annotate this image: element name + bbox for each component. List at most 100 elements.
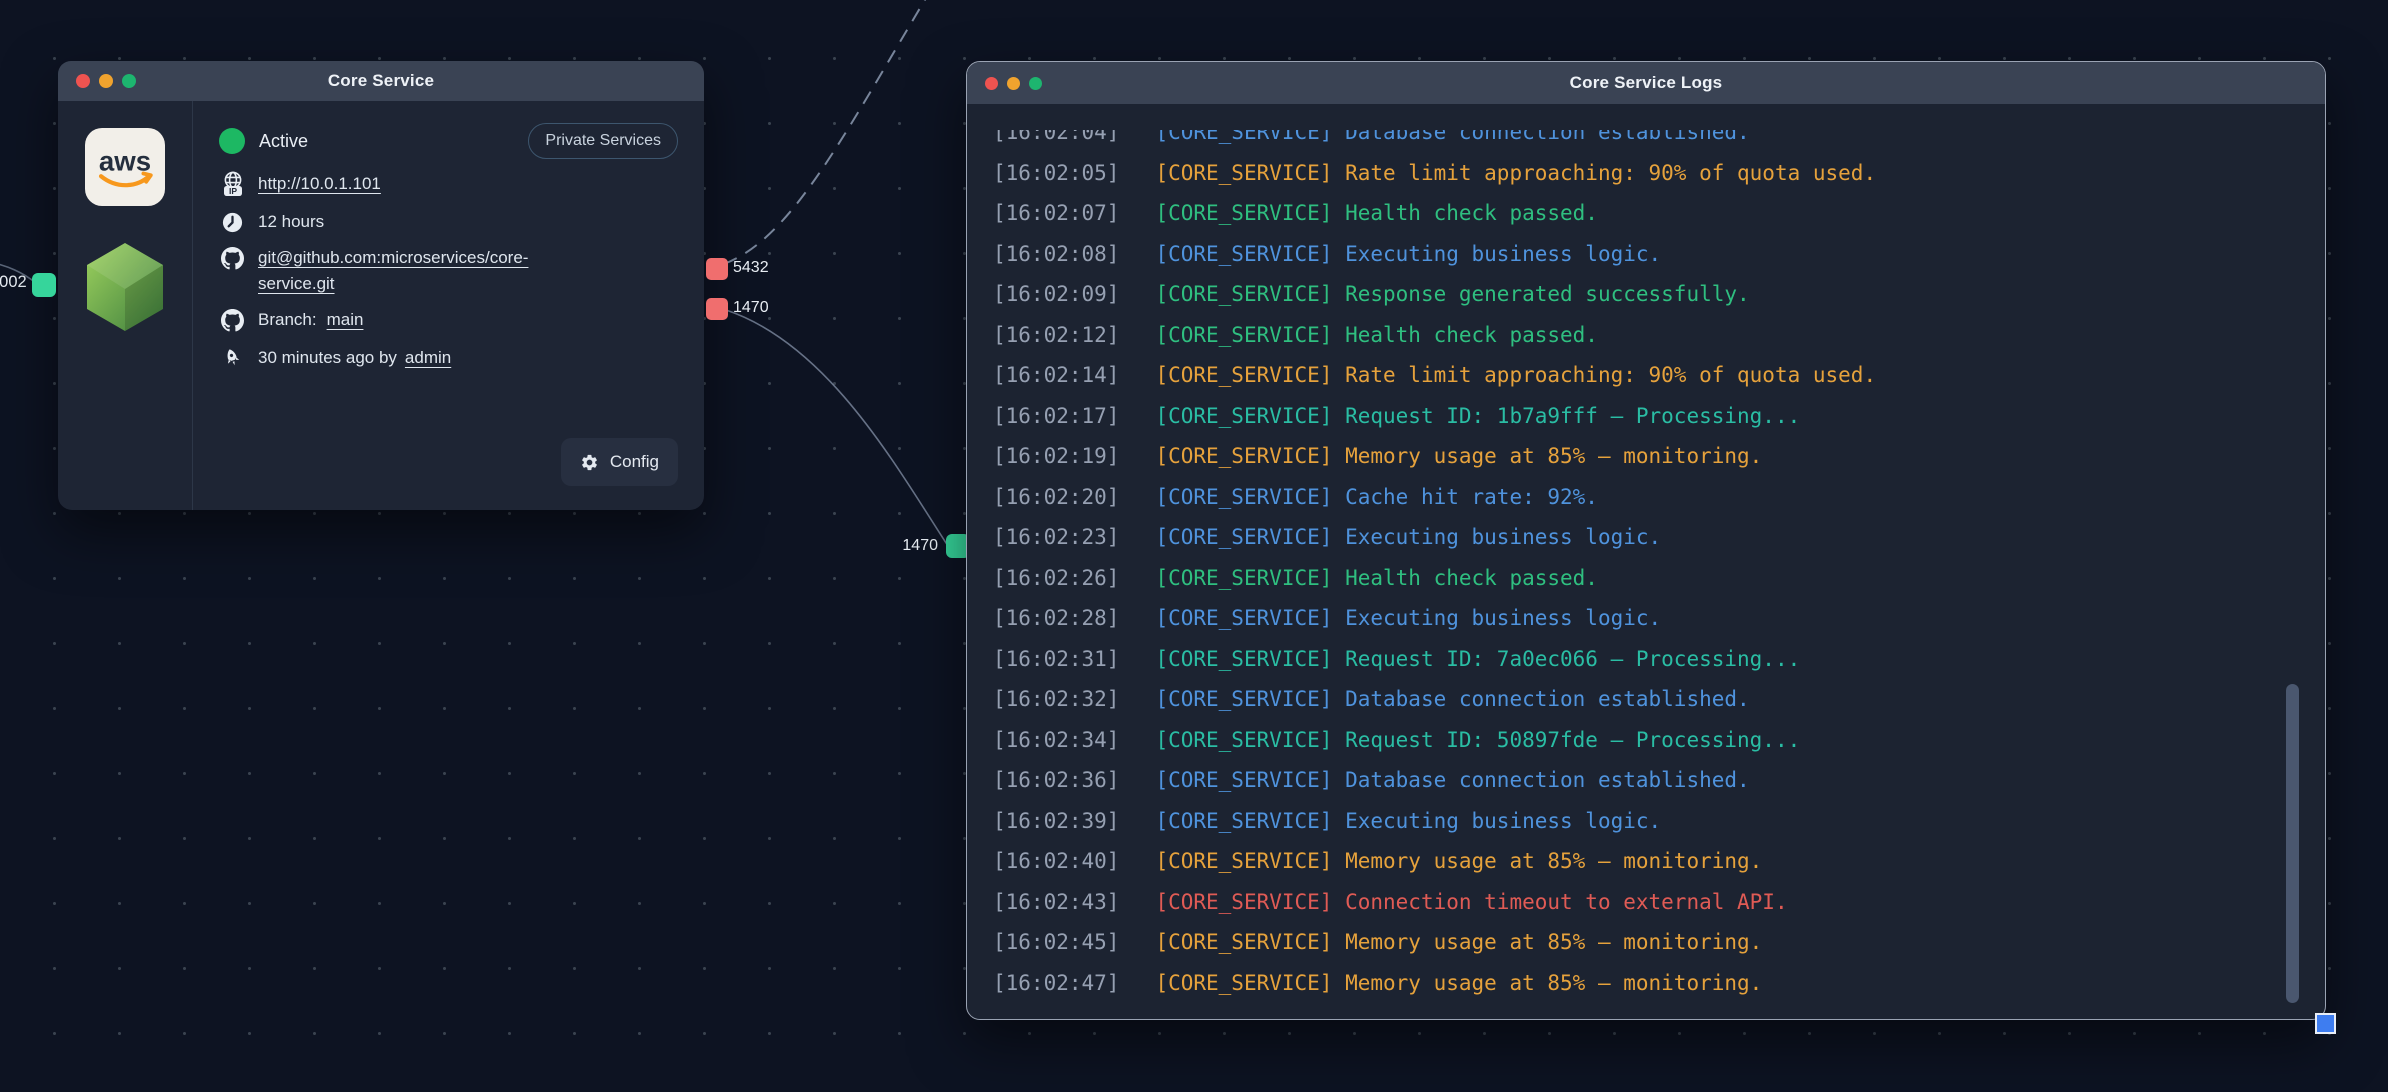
log-timestamp: [16:02:09]	[993, 274, 1119, 315]
logs-window-title: Core Service Logs	[967, 73, 2325, 93]
service-url-link[interactable]: http://10.0.1.101	[258, 174, 381, 194]
log-line: [16:02:14] [CORE_SERVICE] Rate limit app…	[993, 355, 2285, 396]
aws-logo-icon: aws	[85, 128, 165, 206]
close-button[interactable]	[985, 77, 998, 90]
log-message: [CORE_SERVICE] Memory usage at 85% — mon…	[1155, 436, 1762, 477]
port-handle-3002[interactable]	[32, 273, 56, 297]
minimize-button[interactable]	[1007, 77, 1020, 90]
log-line: [16:02:34] [CORE_SERVICE] Request ID: 50…	[993, 720, 2285, 761]
branch-name-link[interactable]: main	[327, 310, 364, 330]
log-line: [16:02:32] [CORE_SERVICE] Database conne…	[993, 679, 2285, 720]
log-message: [CORE_SERVICE] Rate limit approaching: 9…	[1155, 355, 1876, 396]
port-label-logs-1470: 1470	[858, 537, 938, 555]
log-timestamp: [16:02:45]	[993, 922, 1119, 963]
log-message: [CORE_SERVICE] Executing business logic.	[1155, 234, 1661, 275]
github-branch-icon	[219, 309, 246, 332]
log-timestamp: [16:02:08]	[993, 234, 1119, 275]
connection-1470	[726, 310, 948, 546]
log-line: [16:02:12] [CORE_SERVICE] Health check p…	[993, 315, 2285, 356]
port-label-5432: 5432	[733, 259, 769, 277]
log-message: [CORE_SERVICE] Request ID: 1b7a9fff — Pr…	[1155, 396, 1800, 437]
log-message: [CORE_SERVICE] Cache hit rate: 92%.	[1155, 477, 1598, 518]
log-line: [16:02:04] [CORE_SERVICE] Database conne…	[993, 130, 2285, 153]
log-message: [CORE_SERVICE] Database connection estab…	[1155, 130, 1749, 153]
core-service-card[interactable]: Core Service aws	[58, 61, 704, 510]
config-button-label: Config	[610, 452, 659, 472]
maximize-button[interactable]	[1029, 77, 1042, 90]
clock-icon	[219, 211, 246, 234]
log-line: [16:02:09] [CORE_SERVICE] Response gener…	[993, 274, 2285, 315]
log-timestamp: [16:02:28]	[993, 598, 1119, 639]
log-message: [CORE_SERVICE] Health check passed.	[1155, 193, 1598, 234]
log-line: [16:02:39] [CORE_SERVICE] Executing busi…	[993, 801, 2285, 842]
log-timestamp: [16:02:20]	[993, 477, 1119, 518]
log-line: [16:02:31] [CORE_SERVICE] Request ID: 7a…	[993, 639, 2285, 680]
log-timestamp: [16:02:19]	[993, 436, 1119, 477]
log-timestamp: [16:02:12]	[993, 315, 1119, 356]
log-line: [16:02:28] [CORE_SERVICE] Executing busi…	[993, 598, 2285, 639]
log-line: [16:02:20] [CORE_SERVICE] Cache hit rate…	[993, 477, 2285, 518]
core-service-title: Core Service	[58, 71, 704, 91]
ip-badge-text: IP	[228, 186, 236, 196]
log-timestamp: [16:02:26]	[993, 558, 1119, 599]
log-output-area[interactable]: [16:02:04] [CORE_SERVICE] Database conne…	[967, 104, 2325, 1019]
log-line: [16:02:17] [CORE_SERVICE] Request ID: 1b…	[993, 396, 2285, 437]
log-message: [CORE_SERVICE] Request ID: 50897fde — Pr…	[1155, 720, 1800, 761]
log-line: [16:02:40] [CORE_SERVICE] Memory usage a…	[993, 841, 2285, 882]
log-line: [16:02:43] [CORE_SERVICE] Connection tim…	[993, 882, 2285, 923]
port-label-3002: 3002	[0, 273, 27, 292]
log-message: [CORE_SERVICE] Health check passed.	[1155, 558, 1598, 599]
log-timestamp: [16:02:23]	[993, 517, 1119, 558]
core-service-logs-window[interactable]: Core Service Logs [16:02:04] [CORE_SERVI…	[966, 61, 2326, 1020]
log-timestamp: [16:02:32]	[993, 679, 1119, 720]
log-line: [16:02:19] [CORE_SERVICE] Memory usage a…	[993, 436, 2285, 477]
log-message: [CORE_SERVICE] Rate limit approaching: 9…	[1155, 153, 1876, 194]
log-message: [CORE_SERVICE] Memory usage at 85% — mon…	[1155, 841, 1762, 882]
port-handle-1470[interactable]	[706, 298, 728, 320]
nodejs-logo-icon	[87, 242, 163, 332]
canvas[interactable]: 3002 Core Service aws	[0, 0, 2388, 1092]
log-message: [CORE_SERVICE] Request ID: 7a0ec066 — Pr…	[1155, 639, 1800, 680]
config-button[interactable]: Config	[561, 438, 678, 486]
log-timestamp: [16:02:40]	[993, 841, 1119, 882]
connection-dashed	[724, 0, 932, 264]
log-timestamp: [16:02:34]	[993, 720, 1119, 761]
status-label: Active	[259, 131, 308, 152]
log-line: [16:02:07] [CORE_SERVICE] Health check p…	[993, 193, 2285, 234]
log-timestamp: [16:02:17]	[993, 396, 1119, 437]
log-message: [CORE_SERVICE] Executing business logic.	[1155, 517, 1661, 558]
core-traffic-lights	[76, 74, 136, 88]
log-line: [16:02:26] [CORE_SERVICE] Health check p…	[993, 558, 2285, 599]
repo-link[interactable]: git@github.com:microservices/core-servic…	[258, 245, 603, 297]
log-line: [16:02:36] [CORE_SERVICE] Database conne…	[993, 760, 2285, 801]
status-active-dot	[219, 128, 245, 154]
service-details: Active Private Services IP	[193, 101, 704, 510]
log-timestamp: [16:02:05]	[993, 153, 1119, 194]
log-timestamp: [16:02:47]	[993, 963, 1119, 1004]
deployed-text: 30 minutes ago by	[258, 348, 397, 368]
log-message: [CORE_SERVICE] Executing business logic.	[1155, 801, 1661, 842]
log-timestamp: [16:02:31]	[993, 639, 1119, 680]
logs-traffic-lights	[985, 77, 1042, 90]
close-button[interactable]	[76, 74, 90, 88]
logs-titlebar[interactable]: Core Service Logs	[967, 62, 2325, 104]
ip-globe-icon: IP	[219, 170, 246, 198]
deployed-by-link[interactable]: admin	[405, 348, 451, 368]
port-handle-5432[interactable]	[706, 258, 728, 280]
private-services-button[interactable]: Private Services	[528, 123, 678, 159]
log-timestamp: [16:02:04]	[993, 130, 1119, 153]
log-line: [16:02:45] [CORE_SERVICE] Memory usage a…	[993, 922, 2285, 963]
log-message: [CORE_SERVICE] Connection timeout to ext…	[1155, 882, 1787, 923]
core-service-titlebar[interactable]: Core Service	[58, 61, 704, 101]
log-timestamp: [16:02:14]	[993, 355, 1119, 396]
log-timestamp: [16:02:07]	[993, 193, 1119, 234]
maximize-button[interactable]	[122, 74, 136, 88]
gear-icon	[580, 453, 599, 472]
log-timestamp: [16:02:43]	[993, 882, 1119, 923]
log-lines: [16:02:04] [CORE_SERVICE] Database conne…	[993, 130, 2285, 1003]
uptime-text: 12 hours	[258, 212, 324, 232]
window-resize-handle[interactable]	[2315, 1013, 2336, 1034]
logs-scrollbar-thumb[interactable]	[2286, 684, 2299, 1003]
minimize-button[interactable]	[99, 74, 113, 88]
log-timestamp: [16:02:36]	[993, 760, 1119, 801]
